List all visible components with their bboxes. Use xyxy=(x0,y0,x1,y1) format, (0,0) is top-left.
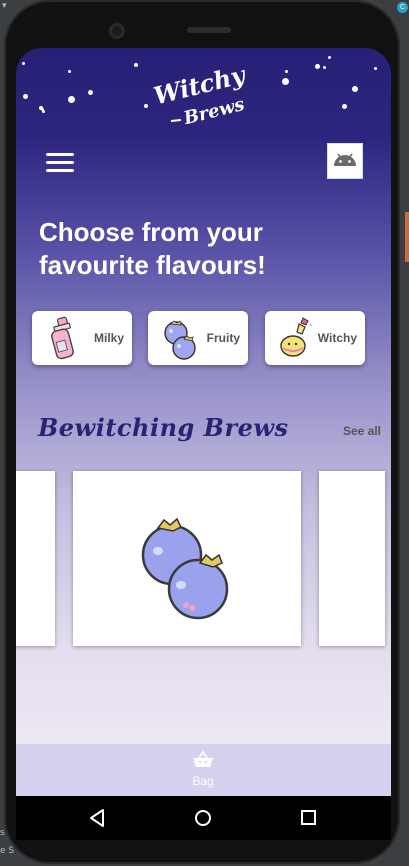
product-card[interactable] xyxy=(16,471,55,646)
profile-avatar-button[interactable] xyxy=(327,143,363,179)
milk-bottle-icon xyxy=(51,316,74,360)
product-card[interactable] xyxy=(73,471,301,646)
recents-square-icon[interactable] xyxy=(297,806,321,830)
shopping-basket-icon xyxy=(193,750,213,767)
front-camera xyxy=(109,23,125,39)
blueberries-icon xyxy=(164,320,196,360)
star-decoration xyxy=(374,67,377,70)
ide-side-text: e S xyxy=(0,846,15,856)
potion-icon xyxy=(280,317,312,357)
product-card[interactable] xyxy=(319,471,385,646)
bottom-navigation-bar: Bag xyxy=(16,744,391,796)
category-fruity-button[interactable]: Fruity xyxy=(148,311,248,365)
category-witchy-button[interactable]: Witchy xyxy=(265,311,365,365)
category-label: Witchy xyxy=(317,331,357,345)
star-decoration xyxy=(282,78,289,85)
see-all-link[interactable]: See all xyxy=(343,424,381,438)
star-decoration xyxy=(323,66,326,69)
category-label: Fruity xyxy=(206,331,240,345)
ide-status-icon: C xyxy=(397,2,408,13)
star-decoration xyxy=(68,70,71,73)
section-title: Bewitching Brews xyxy=(38,413,289,442)
star-decoration xyxy=(315,64,320,69)
witchy-brews-logo: Witchy Brews xyxy=(151,64,250,124)
system-navigation-bar xyxy=(16,796,391,840)
star-decoration xyxy=(342,104,347,109)
blueberries-icon xyxy=(141,517,229,620)
earpiece-speaker xyxy=(187,27,231,33)
star-decoration xyxy=(68,96,75,103)
app-screen: Witchy Brews Choose from your favourite … xyxy=(16,48,391,796)
star-decoration xyxy=(88,90,93,95)
hamburger-menu-icon[interactable] xyxy=(46,153,76,175)
star-decoration xyxy=(144,104,148,108)
bag-label: Bag xyxy=(192,774,214,788)
star-decoration xyxy=(134,63,138,67)
home-circle-icon[interactable] xyxy=(191,806,215,830)
back-triangle-icon[interactable] xyxy=(86,806,110,830)
bag-button[interactable]: Bag xyxy=(183,750,223,788)
page-headline: Choose from your favourite flavours! xyxy=(39,217,266,280)
star-decoration xyxy=(352,86,358,92)
star-decoration xyxy=(41,108,44,111)
star-decoration xyxy=(285,70,288,73)
ide-side-text: s xyxy=(0,828,5,838)
ide-side-tab[interactable] xyxy=(405,212,409,262)
star-decoration xyxy=(328,56,331,59)
star-decoration xyxy=(23,94,28,99)
ide-dropdown-icon: ▾ xyxy=(2,1,7,11)
category-label: Milky xyxy=(93,331,124,345)
android-robot-icon xyxy=(334,153,356,166)
category-milky-button[interactable]: Milky xyxy=(32,311,132,365)
star-decoration xyxy=(22,62,25,65)
